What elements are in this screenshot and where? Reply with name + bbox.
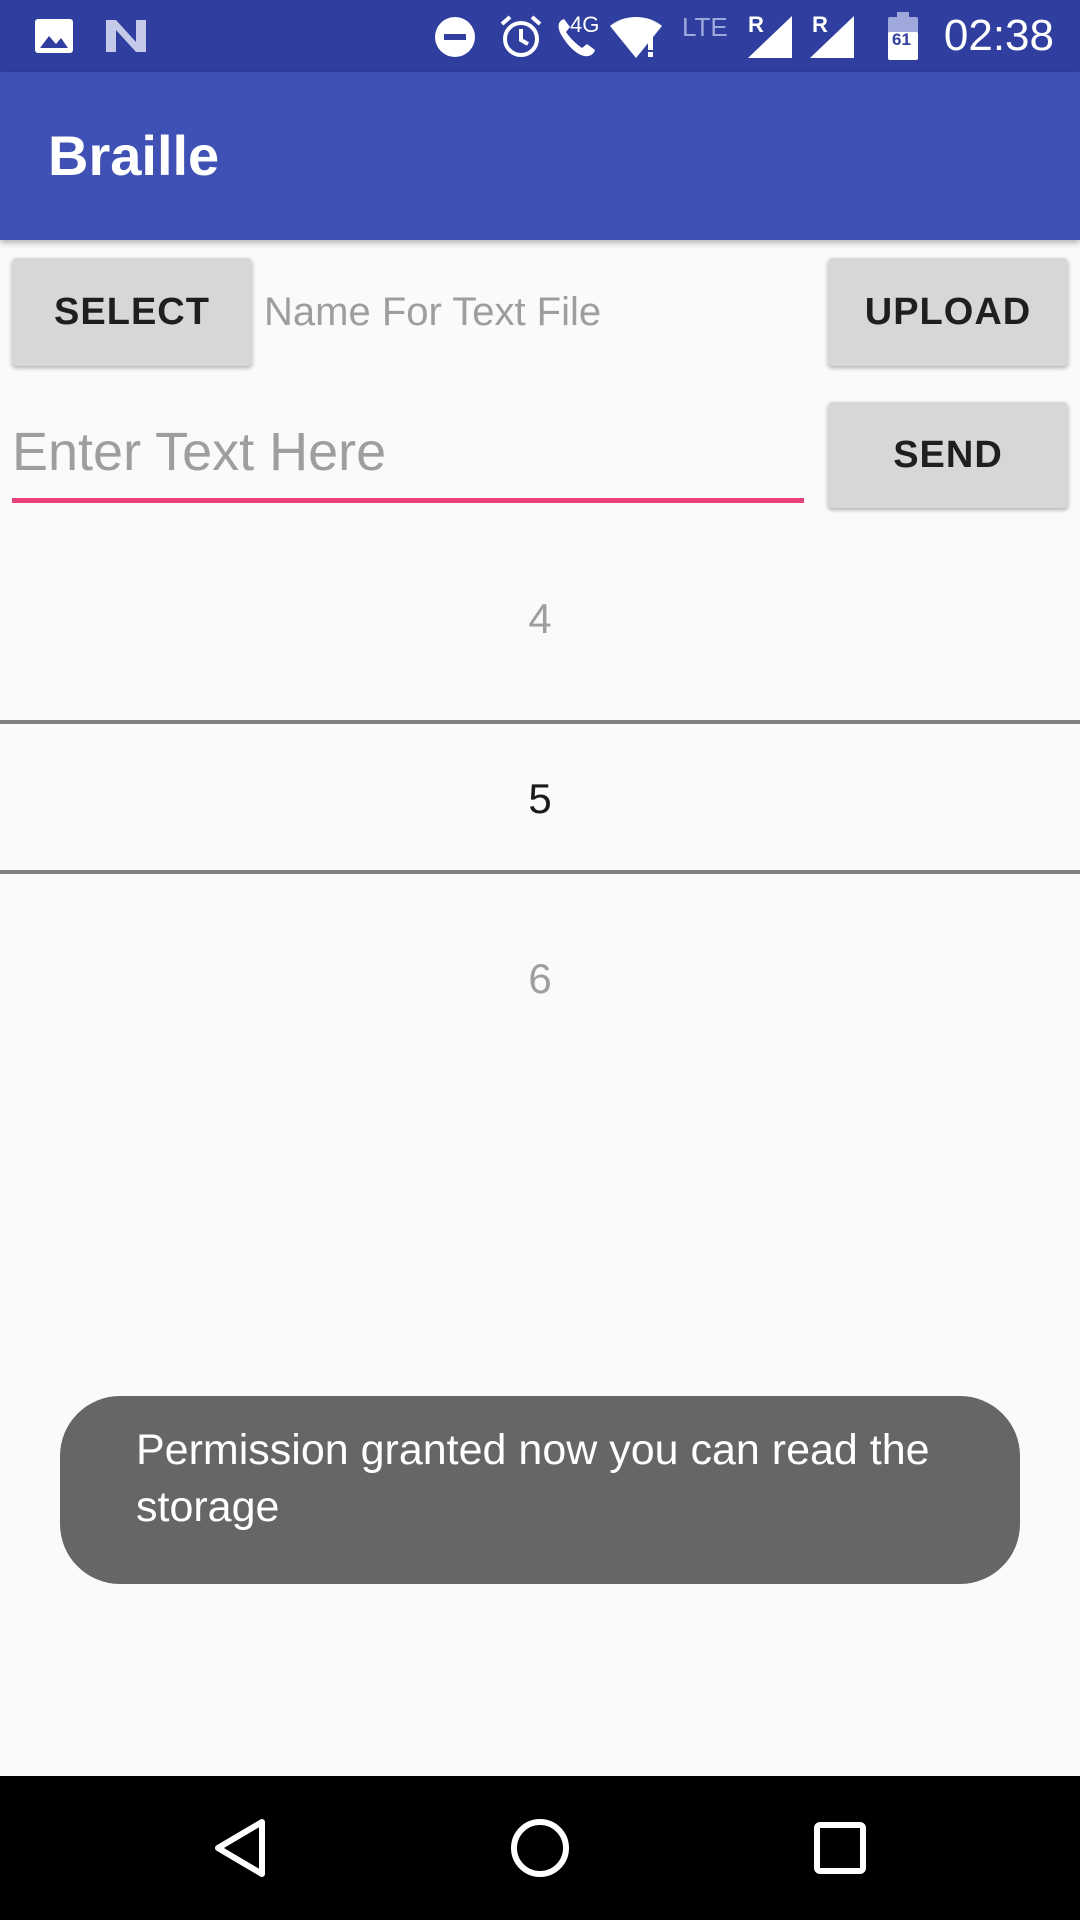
text-input[interactable] xyxy=(12,416,804,488)
number-picker[interactable]: 4 5 6 xyxy=(0,540,1080,1002)
recents-icon xyxy=(814,1822,866,1874)
upload-button[interactable]: UPLOAD xyxy=(828,258,1068,366)
battery-level-text: 61 xyxy=(892,30,911,49)
app-title: Braille xyxy=(48,124,220,187)
do-not-disturb-icon xyxy=(435,17,475,57)
back-button[interactable] xyxy=(190,1798,290,1898)
n-icon xyxy=(106,20,146,52)
app-bar: Braille xyxy=(0,72,1080,240)
toast: Permission granted now you can read the … xyxy=(60,1396,1020,1584)
picker-divider-top xyxy=(0,720,1080,724)
screen: 4G LTE R R 61 02:38 Braille SELECT Name xyxy=(0,0,1080,1920)
back-icon xyxy=(215,1819,265,1877)
home-button[interactable] xyxy=(490,1798,590,1898)
picker-next-value[interactable]: 6 xyxy=(0,949,1080,1009)
recents-button[interactable] xyxy=(790,1798,890,1898)
network-type-label: 4G xyxy=(570,12,600,37)
home-icon xyxy=(511,1819,569,1877)
signal-icon xyxy=(810,16,854,58)
lte-label: LTE xyxy=(682,12,728,42)
picker-current-value[interactable]: 5 xyxy=(0,769,1080,829)
status-bar: 4G LTE R R 61 02:38 xyxy=(0,0,1080,72)
toast-message: Permission granted now you can read the … xyxy=(136,1426,930,1531)
status-time: 02:38 xyxy=(943,11,1054,60)
signal-icon xyxy=(748,16,792,58)
navigation-bar xyxy=(0,1776,1080,1920)
picker-previous-value[interactable]: 4 xyxy=(0,589,1080,649)
text-input-container xyxy=(12,416,804,503)
filename-field[interactable]: Name For Text File xyxy=(264,284,812,340)
select-button[interactable]: SELECT xyxy=(12,258,252,366)
wifi-icon xyxy=(610,17,662,58)
alarm-icon xyxy=(500,15,542,57)
image-icon xyxy=(35,19,73,53)
send-button[interactable]: SEND xyxy=(828,402,1068,508)
picker-divider-bottom xyxy=(0,870,1080,874)
